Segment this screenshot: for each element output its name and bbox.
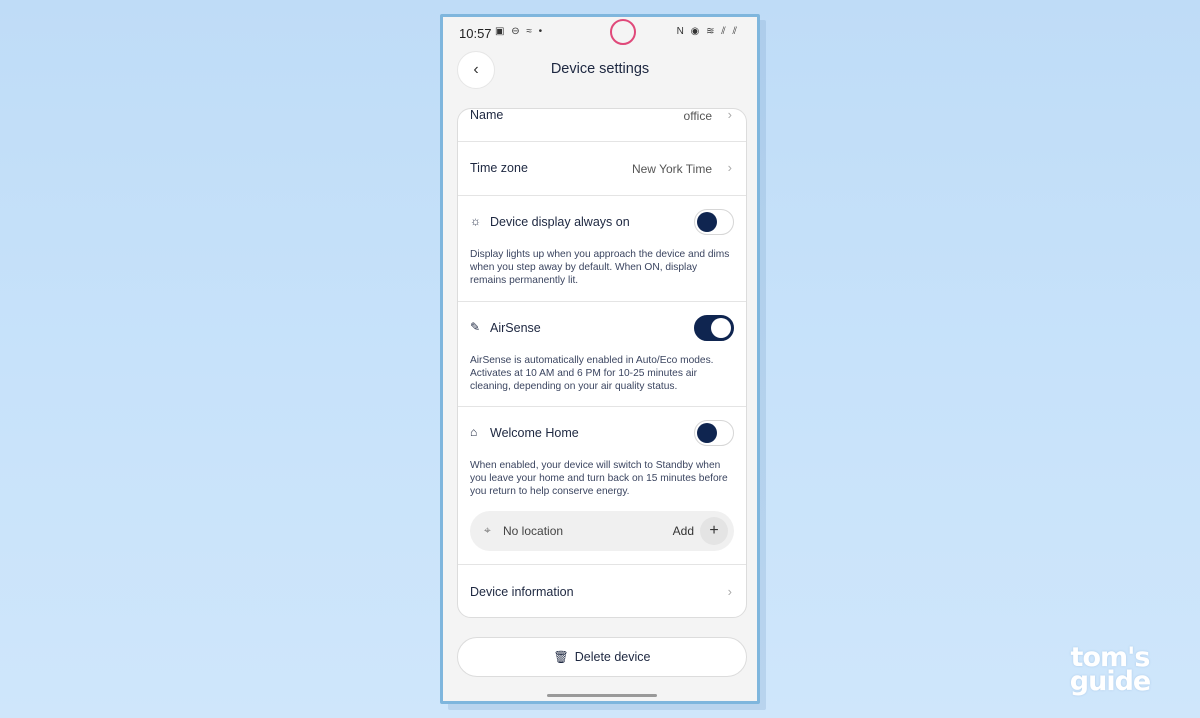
display-always-on-label: Device display always on	[490, 215, 630, 229]
airsense-label: AirSense	[490, 321, 541, 335]
name-label: Name	[470, 108, 504, 122]
status-system-icons: N ◉ ≋ ⫽ ⫽	[676, 26, 739, 37]
toggle-knob	[711, 318, 731, 338]
setting-row-name[interactable]: Name office ›	[458, 109, 746, 142]
setting-row-airsense: ✎ AirSense AirSense is automatically ena…	[458, 302, 746, 407]
time-zone-label: Time zone	[470, 161, 528, 175]
airsense-toggle[interactable]	[694, 315, 734, 341]
setting-row-device-information[interactable]: Device information ›	[458, 565, 746, 617]
setting-row-time-zone[interactable]: Time zone New York Time ›	[458, 142, 746, 196]
chevron-right-icon: ›	[727, 108, 732, 122]
airsense-wand-icon: ✎	[470, 320, 481, 334]
toms-guide-logo: tom's guide	[1046, 644, 1174, 697]
airsense-description: AirSense is automatically enabled in Aut…	[470, 355, 714, 392]
logo-line-2: guide	[1069, 666, 1151, 697]
delete-device-button[interactable]: 🗑 Delete device	[457, 637, 747, 677]
name-value: office	[683, 109, 712, 123]
camera-cutout	[610, 19, 636, 45]
settings-card: Name office › Time zone New York Time › …	[457, 108, 747, 618]
setting-row-display-always-on: ☼ Device display always on Display light…	[458, 196, 746, 302]
gesture-home-bar[interactable]	[547, 694, 657, 697]
page-title: Device settings	[550, 61, 650, 77]
display-always-on-description: Display lights up when you approach the …	[470, 249, 730, 286]
location-value: No location	[503, 524, 564, 538]
trash-icon: 🗑	[553, 650, 569, 664]
lightbulb-icon: ☼	[470, 214, 481, 228]
welcome-home-toggle[interactable]	[694, 420, 734, 446]
status-bar: 10:57 ▣ ⊖ ≈ • N ◉ ≋ ⫽ ⫽	[443, 17, 757, 51]
welcome-home-label: Welcome Home	[490, 426, 579, 440]
display-always-on-toggle[interactable]	[694, 209, 734, 235]
chevron-right-icon: ›	[727, 584, 732, 599]
home-icon: ⌂	[470, 425, 478, 439]
time-zone-value: New York Time	[631, 162, 712, 176]
status-time: 10:57	[459, 26, 492, 41]
location-selector[interactable]: ⌖ No location Add +	[470, 511, 734, 551]
delete-device-label: Delete device	[574, 650, 651, 664]
welcome-home-description: When enabled, your device will switch to…	[470, 460, 728, 497]
toggle-knob	[697, 423, 717, 443]
phone-screen: 10:57 ▣ ⊖ ≈ • N ◉ ≋ ⫽ ⫽ ‹ Device setting…	[440, 14, 760, 704]
chevron-right-icon: ›	[727, 160, 732, 175]
device-information-label: Device information	[470, 585, 574, 599]
status-notification-icons: ▣ ⊖ ≈ •	[495, 26, 545, 37]
toggle-knob	[697, 212, 717, 232]
add-location-plus-button[interactable]: +	[700, 517, 728, 545]
add-location-label[interactable]: Add	[673, 524, 694, 538]
location-pin-icon: ⌖	[484, 523, 491, 537]
